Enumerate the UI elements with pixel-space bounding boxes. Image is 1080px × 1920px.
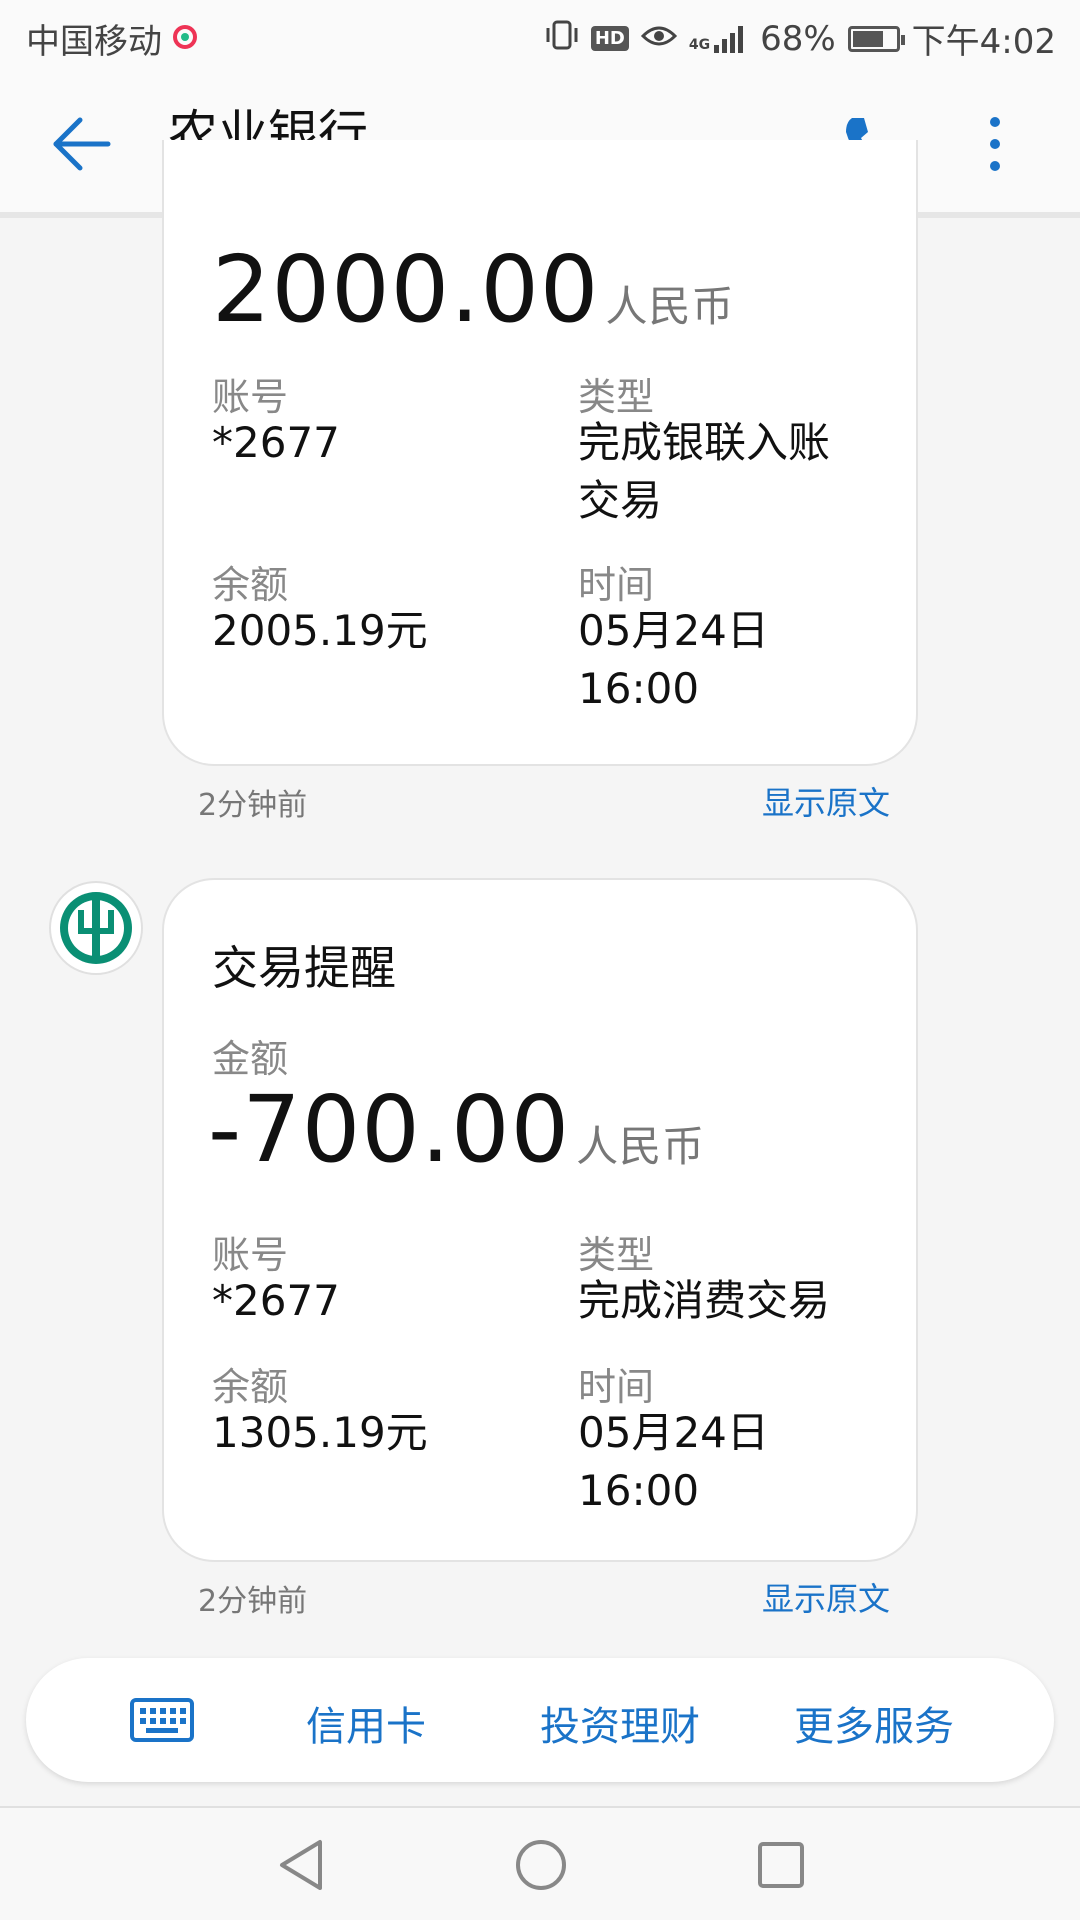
carrier-name: 中国移动 — [26, 22, 162, 62]
amount-label: 金额 — [212, 1037, 289, 1081]
status-left: 中国移动 — [26, 14, 198, 63]
show-original-link[interactable]: 显示原文 — [762, 1574, 890, 1620]
balance-label: 余额 — [212, 563, 289, 607]
message-timestamp: 2分钟前 — [198, 1584, 308, 1619]
service-credit-card[interactable]: 信用卡 — [306, 1694, 426, 1752]
time-date: 05月24日 — [578, 1408, 769, 1457]
keyboard-icon[interactable] — [130, 1698, 194, 1742]
system-navigation-bar — [0, 1806, 1080, 1920]
amount-number: -700.00 — [208, 1076, 571, 1183]
amount-value: -700.00 人民币 — [208, 1076, 705, 1183]
service-investment[interactable]: 投资理财 — [540, 1694, 700, 1752]
time-clock: 16:00 — [578, 1466, 700, 1515]
time-clock: 16:00 — [578, 664, 700, 713]
nav-home-icon[interactable] — [514, 1838, 568, 1892]
service-more[interactable]: 更多服务 — [794, 1694, 954, 1752]
more-options-icon[interactable] — [980, 112, 1010, 176]
abc-bank-logo-icon[interactable] — [48, 880, 144, 976]
account-label: 账号 — [212, 375, 289, 419]
account-value: *2677 — [212, 1276, 340, 1325]
clock: 下午4:02 — [911, 22, 1056, 62]
sms-conversation-screen: 中国移动 HD 4G 68% 下午4:02 农业银行 2000.00 人民币 账… — [0, 0, 1080, 1920]
type-label: 类型 — [578, 1233, 655, 1277]
eye-comfort-icon — [640, 22, 677, 55]
show-original-link[interactable]: 显示原文 — [762, 778, 890, 824]
amount-currency: 人民币 — [576, 1122, 706, 1171]
type-value: 完成银联入账 交易 — [578, 414, 830, 530]
type-value-line: 完成银联入账 — [578, 418, 831, 467]
amount-value: 2000.00 人民币 — [212, 236, 734, 343]
message-title: 交易提醒 — [212, 941, 396, 995]
balance-label: 余额 — [212, 1365, 289, 1409]
message-timestamp: 2分钟前 — [198, 788, 308, 823]
time-value: 05月24日 16:00 — [578, 602, 769, 718]
type-value: 完成消费交易 — [578, 1276, 831, 1325]
app-notification-icon — [172, 19, 198, 59]
account-label: 账号 — [212, 1233, 289, 1277]
nav-recents-icon[interactable] — [756, 1840, 806, 1890]
type-label: 类型 — [578, 375, 655, 419]
balance-value: 1305.19元 — [212, 1408, 428, 1457]
hd-voice-icon: HD — [590, 26, 629, 51]
status-bar: 中国移动 HD 4G 68% 下午4:02 — [0, 0, 1080, 76]
time-label: 时间 — [578, 1365, 655, 1409]
network-type: 4G — [688, 36, 711, 53]
battery-icon — [847, 25, 905, 52]
vibrate-icon — [545, 20, 579, 57]
message-card[interactable]: 2000.00 人民币 账号 *2677 类型 完成银联入账 交易 余额 200… — [162, 140, 918, 766]
message-card[interactable]: 交易提醒 金额 -700.00 人民币 账号 *2677 类型 完成消费交易 余… — [162, 878, 918, 1562]
nav-back-icon[interactable] — [276, 1838, 326, 1892]
time-value: 05月24日 16:00 — [578, 1404, 769, 1520]
time-date: 05月24日 — [578, 606, 769, 655]
service-menu-bar: 信用卡 投资理财 更多服务 — [26, 1658, 1054, 1782]
time-label: 时间 — [578, 563, 655, 607]
balance-value: 2005.19元 — [212, 606, 428, 655]
signal-icon: 4G — [689, 25, 748, 53]
type-value-line: 交易 — [578, 476, 663, 525]
back-arrow-icon[interactable] — [50, 112, 114, 176]
amount-currency: 人民币 — [605, 282, 735, 331]
battery-percent: 68% — [760, 18, 836, 59]
amount-number: 2000.00 — [212, 236, 600, 343]
status-right: HD 4G 68% 下午4:02 — [545, 14, 1056, 63]
account-value: *2677 — [212, 418, 340, 467]
